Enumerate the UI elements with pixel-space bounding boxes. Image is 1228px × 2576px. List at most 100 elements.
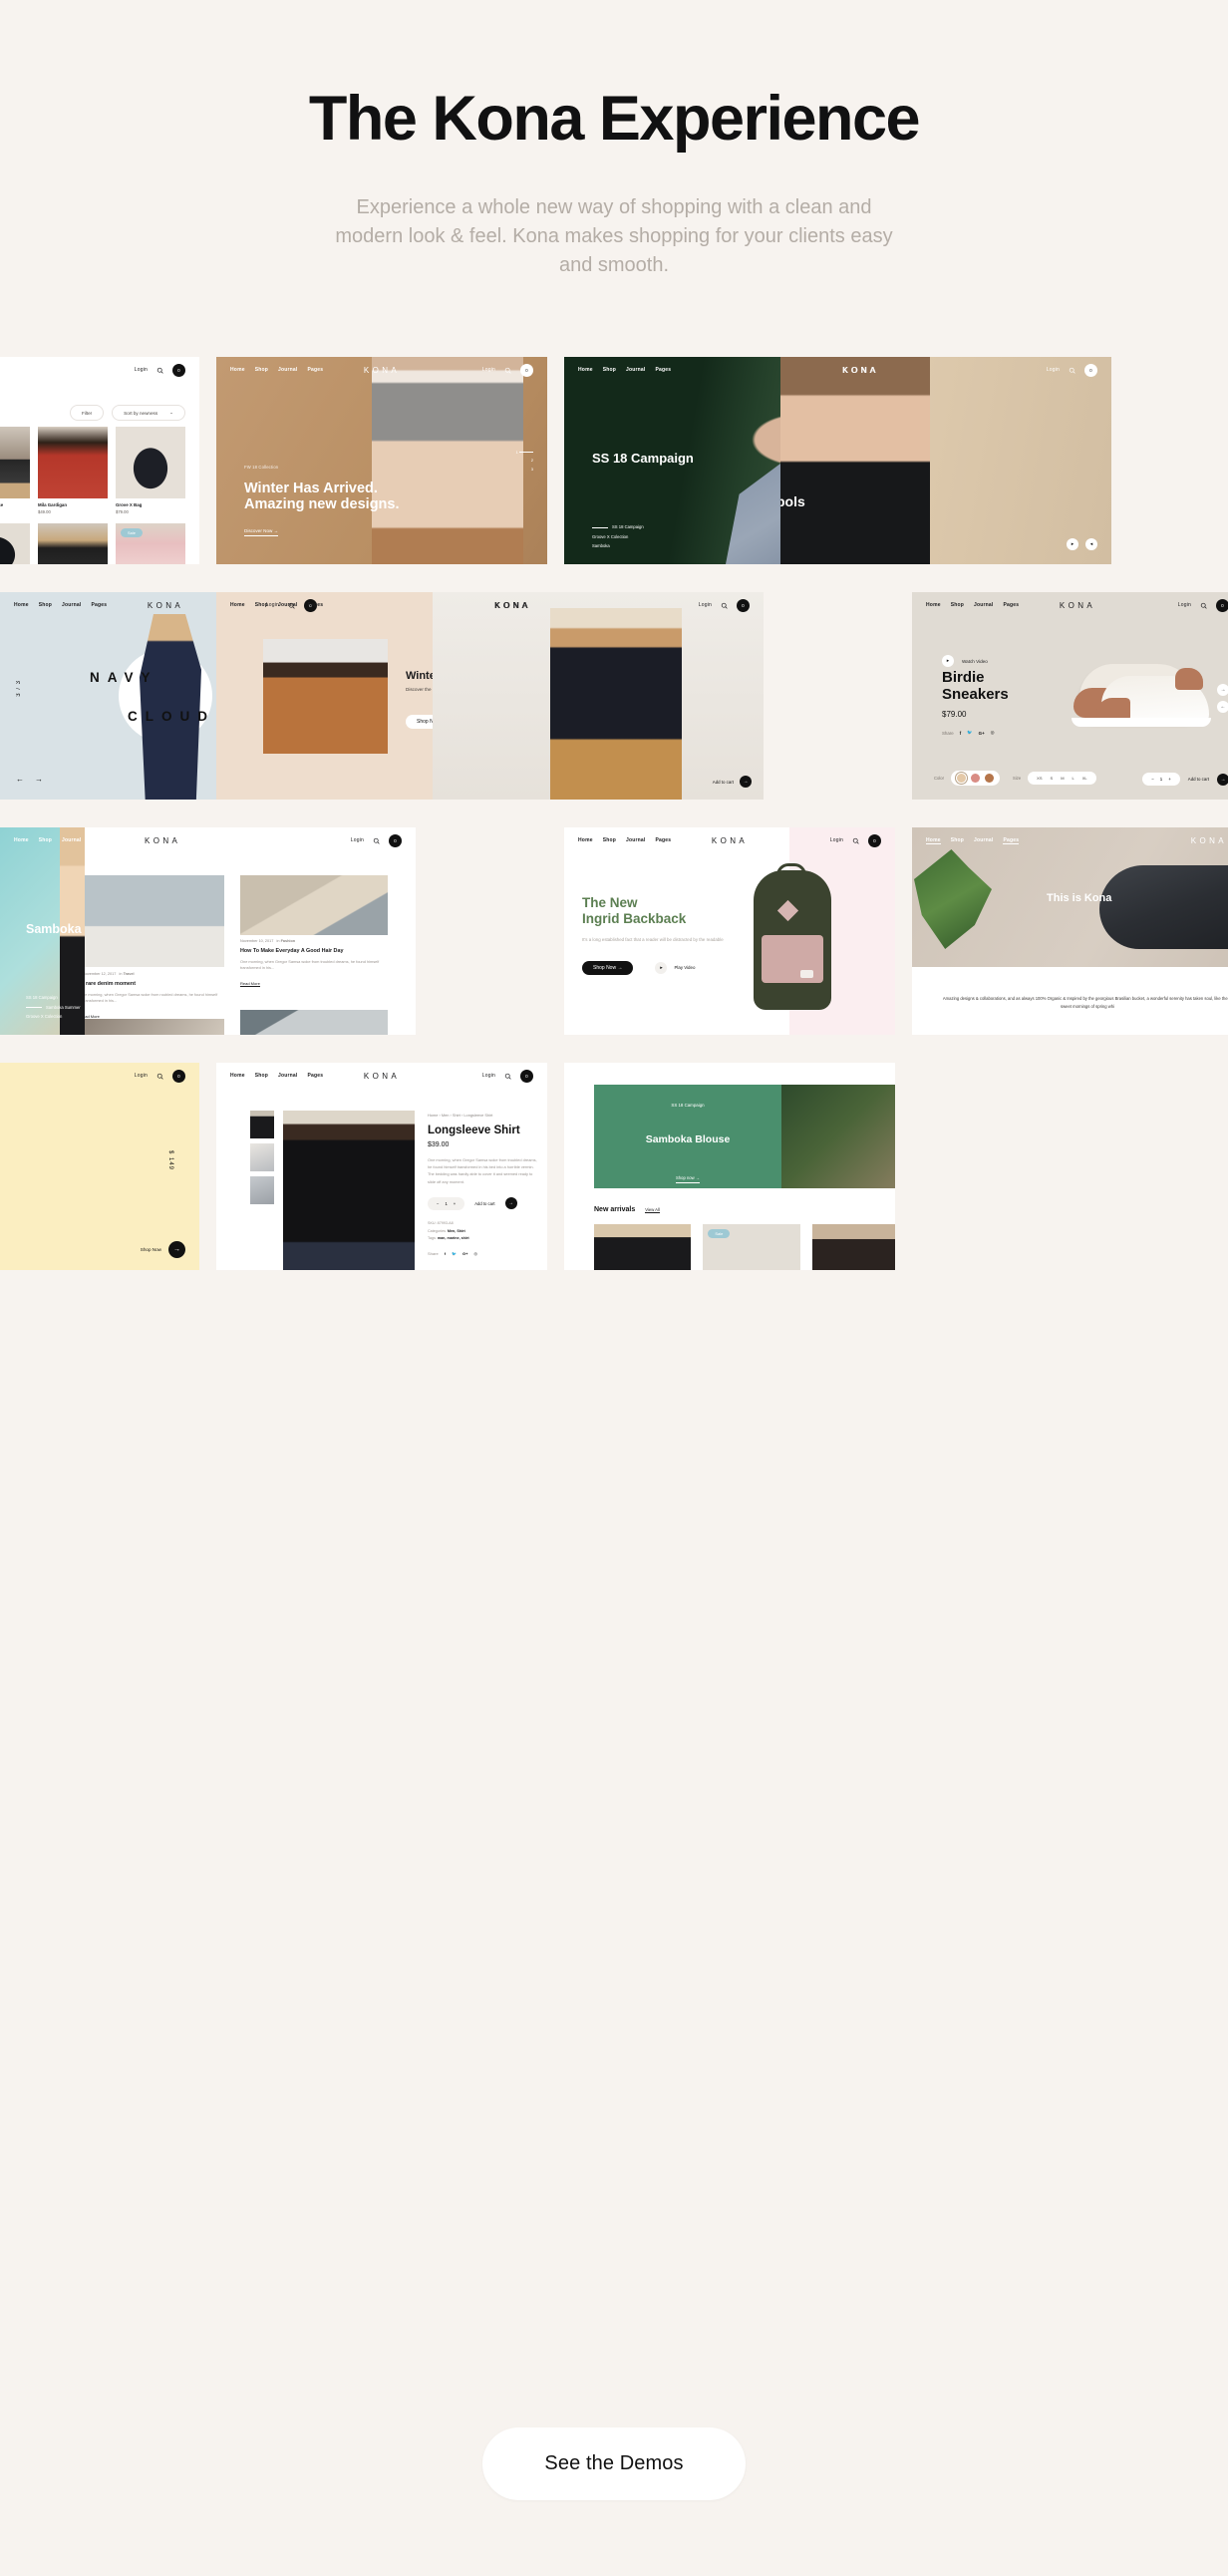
read-more-link[interactable]: Read More xyxy=(240,981,260,987)
slider-pagination[interactable]: 1 2 3 xyxy=(516,449,533,474)
demo-card-longsleeve-shirt[interactable]: Home Shop Journal Pages KONA Login 0 Hom… xyxy=(216,1063,547,1270)
nav-shop[interactable]: Shop xyxy=(951,837,964,844)
nav-home[interactable]: Home xyxy=(14,602,29,608)
search-icon[interactable] xyxy=(504,367,511,374)
twitter-icon[interactable]: 🐦 xyxy=(452,1251,457,1256)
demo-card-ingrid-backpack[interactable]: Home Shop Journal Pages KONA Login 0 The… xyxy=(564,827,895,1035)
cart-badge[interactable]: 0 xyxy=(520,1069,533,1083)
size-m[interactable]: M xyxy=(1061,776,1064,781)
thumbnail[interactable] xyxy=(250,1176,274,1204)
nav-links[interactable]: Home Shop Journal Pages xyxy=(230,1073,323,1079)
arrow-right-icon[interactable]: → xyxy=(740,776,752,788)
share-group[interactable]: Share f 🐦 G+ ◎ xyxy=(942,730,1009,736)
color-swatches[interactable] xyxy=(951,771,1001,786)
arrow-left-icon[interactable]: ← xyxy=(1217,701,1228,713)
post-title[interactable]: , rare denim moment xyxy=(85,981,224,987)
nav-shop[interactable]: Shop xyxy=(255,602,268,608)
campaign-list-item[interactable]: SS 18 Campaign xyxy=(26,993,81,1002)
nav-shop[interactable]: Shop xyxy=(603,837,616,843)
nav-shop[interactable]: Shop xyxy=(255,1073,268,1079)
thumbnail-gallery[interactable] xyxy=(250,1111,274,1204)
nav-journal[interactable]: Journal xyxy=(626,367,645,373)
nav-home[interactable]: Home xyxy=(926,837,941,844)
nav-links[interactable]: Home Shop Journal Pages xyxy=(230,367,323,373)
google-plus-icon[interactable]: G+ xyxy=(979,731,985,736)
nav-journal[interactable]: Journal xyxy=(62,602,81,608)
breadcrumb[interactable]: Home › Men › Shirt › Longsleeve Shirt xyxy=(428,1113,539,1118)
slide-2[interactable]: 2 xyxy=(516,457,533,465)
cart-badge[interactable]: 0 xyxy=(737,598,750,612)
demo-card-floral-blouse[interactable]: KONA Login 0 Add to cart → xyxy=(433,592,764,800)
post-category[interactable]: Fashion xyxy=(281,939,296,943)
arrow-right-icon[interactable]: → xyxy=(1217,684,1228,696)
qty-increment[interactable]: + xyxy=(1168,777,1171,782)
watch-video-group[interactable]: ▸ Watch Video xyxy=(942,655,988,667)
facebook-icon[interactable]: f xyxy=(960,731,961,736)
gallery-arrows[interactable]: → ← xyxy=(1217,684,1228,713)
color-swatch-rose[interactable] xyxy=(971,774,981,783)
nav-pages[interactable]: Pages xyxy=(1003,602,1019,608)
nav-links[interactable]: Home Shop Journal Pages xyxy=(230,602,323,608)
demo-card-samboka-blouse[interactable]: SS 18 Campaign Samboka Blouse Shop now →… xyxy=(564,1063,895,1270)
cart-badge[interactable]: 0 xyxy=(389,833,402,847)
size-l[interactable]: L xyxy=(1073,776,1074,781)
nav-home[interactable]: Home xyxy=(14,837,29,843)
pinterest-icon[interactable]: ◎ xyxy=(473,1251,477,1256)
nav-links[interactable]: Home Shop Journal Pages xyxy=(578,837,671,843)
arrow-right-icon[interactable]: → xyxy=(35,775,43,784)
nav-shop[interactable]: Shop xyxy=(39,602,52,608)
login-link[interactable]: Login xyxy=(699,602,712,608)
post-image[interactable] xyxy=(240,875,388,935)
share-group[interactable]: Share f 🐦 G+ ◎ xyxy=(428,1251,539,1256)
shop-now-link[interactable]: Shop now → xyxy=(676,1175,700,1183)
discover-now-link[interactable]: Discover Now → xyxy=(244,528,279,537)
thumbnail[interactable] xyxy=(250,1111,274,1138)
arrow-right-icon[interactable]: → xyxy=(1217,773,1228,786)
facebook-icon[interactable]: f xyxy=(445,1251,446,1256)
cart-group[interactable]: − 1 + Add to cart → xyxy=(1142,773,1228,786)
campaign-list[interactable]: SS 18 Campaign Groove X Colection Sambok… xyxy=(592,522,644,550)
nav-journal[interactable]: Journal xyxy=(974,602,993,608)
login-link[interactable]: Login xyxy=(135,1073,148,1079)
demo-card-this-is-kona[interactable]: Home Shop Journal Pages KONA This is Kon… xyxy=(912,827,1228,1035)
campaign-list[interactable]: SS 18 Campaign Samboka Summer Groove X C… xyxy=(26,993,81,1021)
nav-pages[interactable]: Pages xyxy=(655,837,671,843)
view-all-link[interactable]: View All xyxy=(645,1207,660,1213)
cart-badge[interactable]: 0 xyxy=(1216,598,1228,612)
login-link[interactable]: Login xyxy=(482,367,495,373)
play-video-button[interactable]: ▸ Play Video xyxy=(655,961,695,974)
demo-card-birdie-sneakers[interactable]: Home Shop Journal Pages KONA Login 0 ▸ W… xyxy=(912,592,1228,800)
product-cell[interactable]: Grove X Bag $79.00 xyxy=(116,427,185,514)
quantity-stepper[interactable]: − 1 + xyxy=(1142,773,1180,786)
cart-badge[interactable]: 0 xyxy=(172,1069,185,1083)
size-s[interactable]: S xyxy=(1051,776,1054,781)
nav-pages[interactable]: Pages xyxy=(307,602,323,608)
search-icon[interactable] xyxy=(1069,367,1075,374)
cart-badge[interactable]: 0 xyxy=(172,363,185,377)
post-image[interactable] xyxy=(85,1019,224,1035)
search-icon[interactable] xyxy=(373,837,380,844)
google-plus-icon[interactable]: G+ xyxy=(462,1251,467,1256)
nav-pages[interactable]: Pages xyxy=(655,367,671,373)
nav-home[interactable]: Home xyxy=(926,602,941,608)
post-image[interactable] xyxy=(240,1010,388,1035)
post-category[interactable]: Travel xyxy=(124,972,135,976)
demo-card-honey-swing[interactable]: KONA Login 0 NEY SWING $ 149 Shop Now → xyxy=(0,1063,199,1270)
search-icon[interactable] xyxy=(852,837,859,844)
nav-pages[interactable]: Pages xyxy=(91,602,107,608)
product-image[interactable] xyxy=(811,1224,895,1270)
nav-journal[interactable]: Journal xyxy=(278,1073,297,1079)
arrow-right-icon[interactable]: → xyxy=(504,1197,517,1210)
login-link[interactable]: Login xyxy=(830,837,843,843)
promo-actions[interactable]: Shop Now → ▸ Play Video xyxy=(582,960,732,975)
campaign-list-item[interactable]: Groove X Colection xyxy=(26,1012,81,1021)
nav-pages[interactable]: Pages xyxy=(1003,837,1020,844)
product-cell[interactable]: Stylish Black Blouse $129.00 xyxy=(0,427,30,514)
login-link[interactable]: Login xyxy=(351,837,364,843)
see-the-demos-button[interactable]: See the Demos xyxy=(482,2427,746,2500)
product-cell[interactable]: Mila Gardigan $49.00 xyxy=(38,427,108,514)
cart-badge[interactable]: 0 xyxy=(1084,363,1097,377)
nav-home[interactable]: Home xyxy=(230,602,245,608)
nav-journal[interactable]: Journal xyxy=(626,837,645,843)
filter-button[interactable]: Filter xyxy=(69,405,105,421)
